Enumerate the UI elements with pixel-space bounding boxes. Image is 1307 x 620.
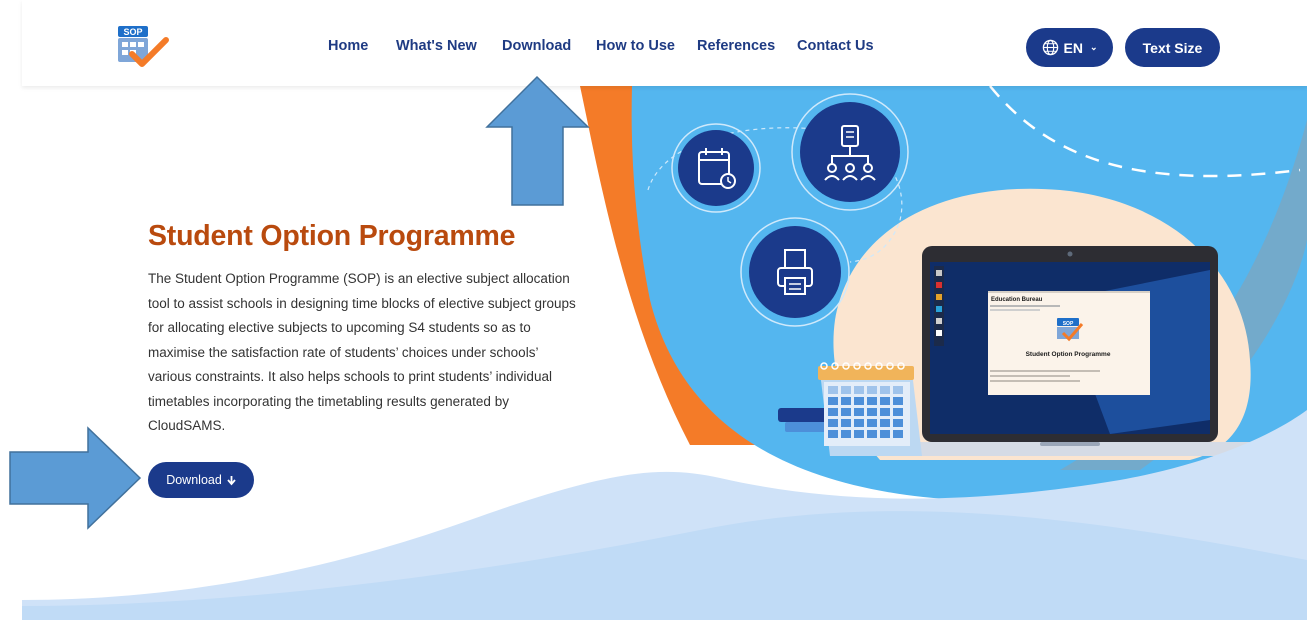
svg-text:SOP: SOP	[123, 27, 142, 37]
calendar-cell	[880, 419, 890, 427]
chevron-down-icon: ⌄	[1089, 42, 1098, 52]
nav-home[interactable]: Home	[328, 38, 368, 54]
calendar-cell	[880, 386, 890, 394]
calendar-cell	[880, 430, 890, 438]
calendar-cell	[854, 386, 864, 394]
hierarchy-icon	[791, 93, 909, 211]
calendar-clock-icon	[671, 123, 761, 213]
download-label: Download	[166, 473, 222, 487]
nav-references[interactable]: References	[697, 38, 775, 54]
hero-section: Student Option Programme The Student Opt…	[148, 220, 588, 439]
calendar-cell	[867, 386, 877, 394]
calendar-cell	[867, 430, 877, 438]
calendar-cell	[841, 397, 851, 405]
hero-description: The Student Option Programme (SOP) is an…	[148, 271, 576, 433]
calendar-cell	[841, 419, 851, 427]
language-button[interactable]: EN ⌄	[1026, 28, 1113, 67]
language-label: EN	[1063, 39, 1083, 56]
nav-download[interactable]: Download	[502, 38, 571, 54]
calendar-cell	[828, 397, 838, 405]
calendar-cell	[828, 419, 838, 427]
calendar-cell	[854, 430, 864, 438]
calendar-cell	[880, 397, 890, 405]
page-title: Student Option Programme	[148, 220, 516, 252]
site-header: SOP Home What's New Download How to Use …	[22, 0, 1307, 86]
calendar-cell	[828, 430, 838, 438]
calendar-cell	[867, 419, 877, 427]
calendar-cell	[854, 419, 864, 427]
sop-logo[interactable]: SOP	[114, 24, 170, 70]
laptop-illustration	[885, 246, 1255, 456]
calendar-cell	[828, 386, 838, 394]
nav-whats-new[interactable]: What's New	[396, 38, 477, 54]
calendar-cell	[841, 430, 851, 438]
text-size-button[interactable]: Text Size	[1125, 28, 1220, 67]
calendar-cell	[841, 408, 851, 416]
calendar-cell	[893, 430, 903, 438]
calendar-cell	[893, 397, 903, 405]
calendar-cell	[854, 397, 864, 405]
calendar-cell	[854, 408, 864, 416]
calendar-cell	[867, 408, 877, 416]
text-size-label: Text Size	[1142, 39, 1203, 56]
nav-how-to-use[interactable]: How to Use	[596, 38, 675, 54]
calendar-cell	[893, 419, 903, 427]
calendar-cell	[880, 408, 890, 416]
calendar-cell	[828, 408, 838, 416]
nav-contact-us[interactable]: Contact Us	[797, 38, 874, 54]
globe-icon	[1042, 39, 1058, 56]
calendar-cell	[893, 408, 903, 416]
calendar-cell	[893, 386, 903, 394]
calendar-cell	[841, 386, 851, 394]
download-button[interactable]: Download	[148, 462, 254, 498]
calendar-cell	[867, 397, 877, 405]
download-arrow-icon	[227, 475, 236, 485]
printer-icon	[740, 217, 850, 327]
